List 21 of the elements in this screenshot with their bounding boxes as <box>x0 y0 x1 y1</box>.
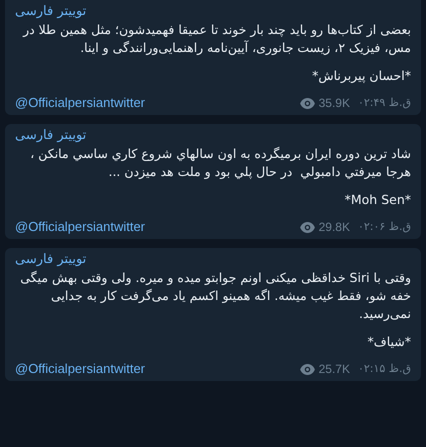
channel-name[interactable]: توییتر فارسی <box>15 127 86 145</box>
channel-link[interactable]: @Officialpersiantwitter <box>15 361 145 377</box>
message-text: وقتی با Siri خداقظی میکنی اونم جوابتو میده و میره. ولی وقتی بهش میگی خفه شو، فقط غیب میشه. اگه همینو اکسم یاد می‌گرفت کار به جدایی نمی‌رسید. <box>19 269 411 323</box>
signature: *شیاف* <box>367 333 411 351</box>
channel-link[interactable]: @Officialpersiantwitter <box>15 95 145 111</box>
message-time: ق.ظ ۰۲:۱۵ <box>358 361 411 377</box>
eye-icon <box>300 98 315 108</box>
view-count: 25.7K <box>318 361 350 377</box>
message-time: ق.ظ ۰۲:۰۶ <box>358 219 411 235</box>
signature: *احسان پیربرناش* <box>312 67 411 85</box>
view-count: 35.9K <box>318 95 350 111</box>
channel-name[interactable]: توییتر فارسی <box>15 251 86 269</box>
eye-icon <box>300 222 315 232</box>
signature: *Moh Sen* <box>344 191 411 209</box>
eye-icon <box>300 364 315 374</box>
message-text: بعضی از کتاب‌ها رو باید چند بار خوند تا عمیقا فهمیدشون؛ مثل همین طلا در مس، فیزیک ۲، زیست جانوری، آیین‌نامه راهنمایی‌ورانندگی و اینا. <box>22 21 411 57</box>
message-time: ق.ظ ۰۲:۴۹ <box>358 95 411 111</box>
channel-link[interactable]: @Officialpersiantwitter <box>15 219 145 235</box>
message-text: شاد ترین دوره ایران برمیگرده به اون سالهاي شروع كاري ساسي مانكن ، هرجا ميرفتي دامبولي در حال پلي بود و ملت هد ميزدن ... <box>29 145 411 181</box>
view-count: 29.8K <box>318 219 350 235</box>
channel-name[interactable]: توییتر فارسی <box>15 3 86 21</box>
